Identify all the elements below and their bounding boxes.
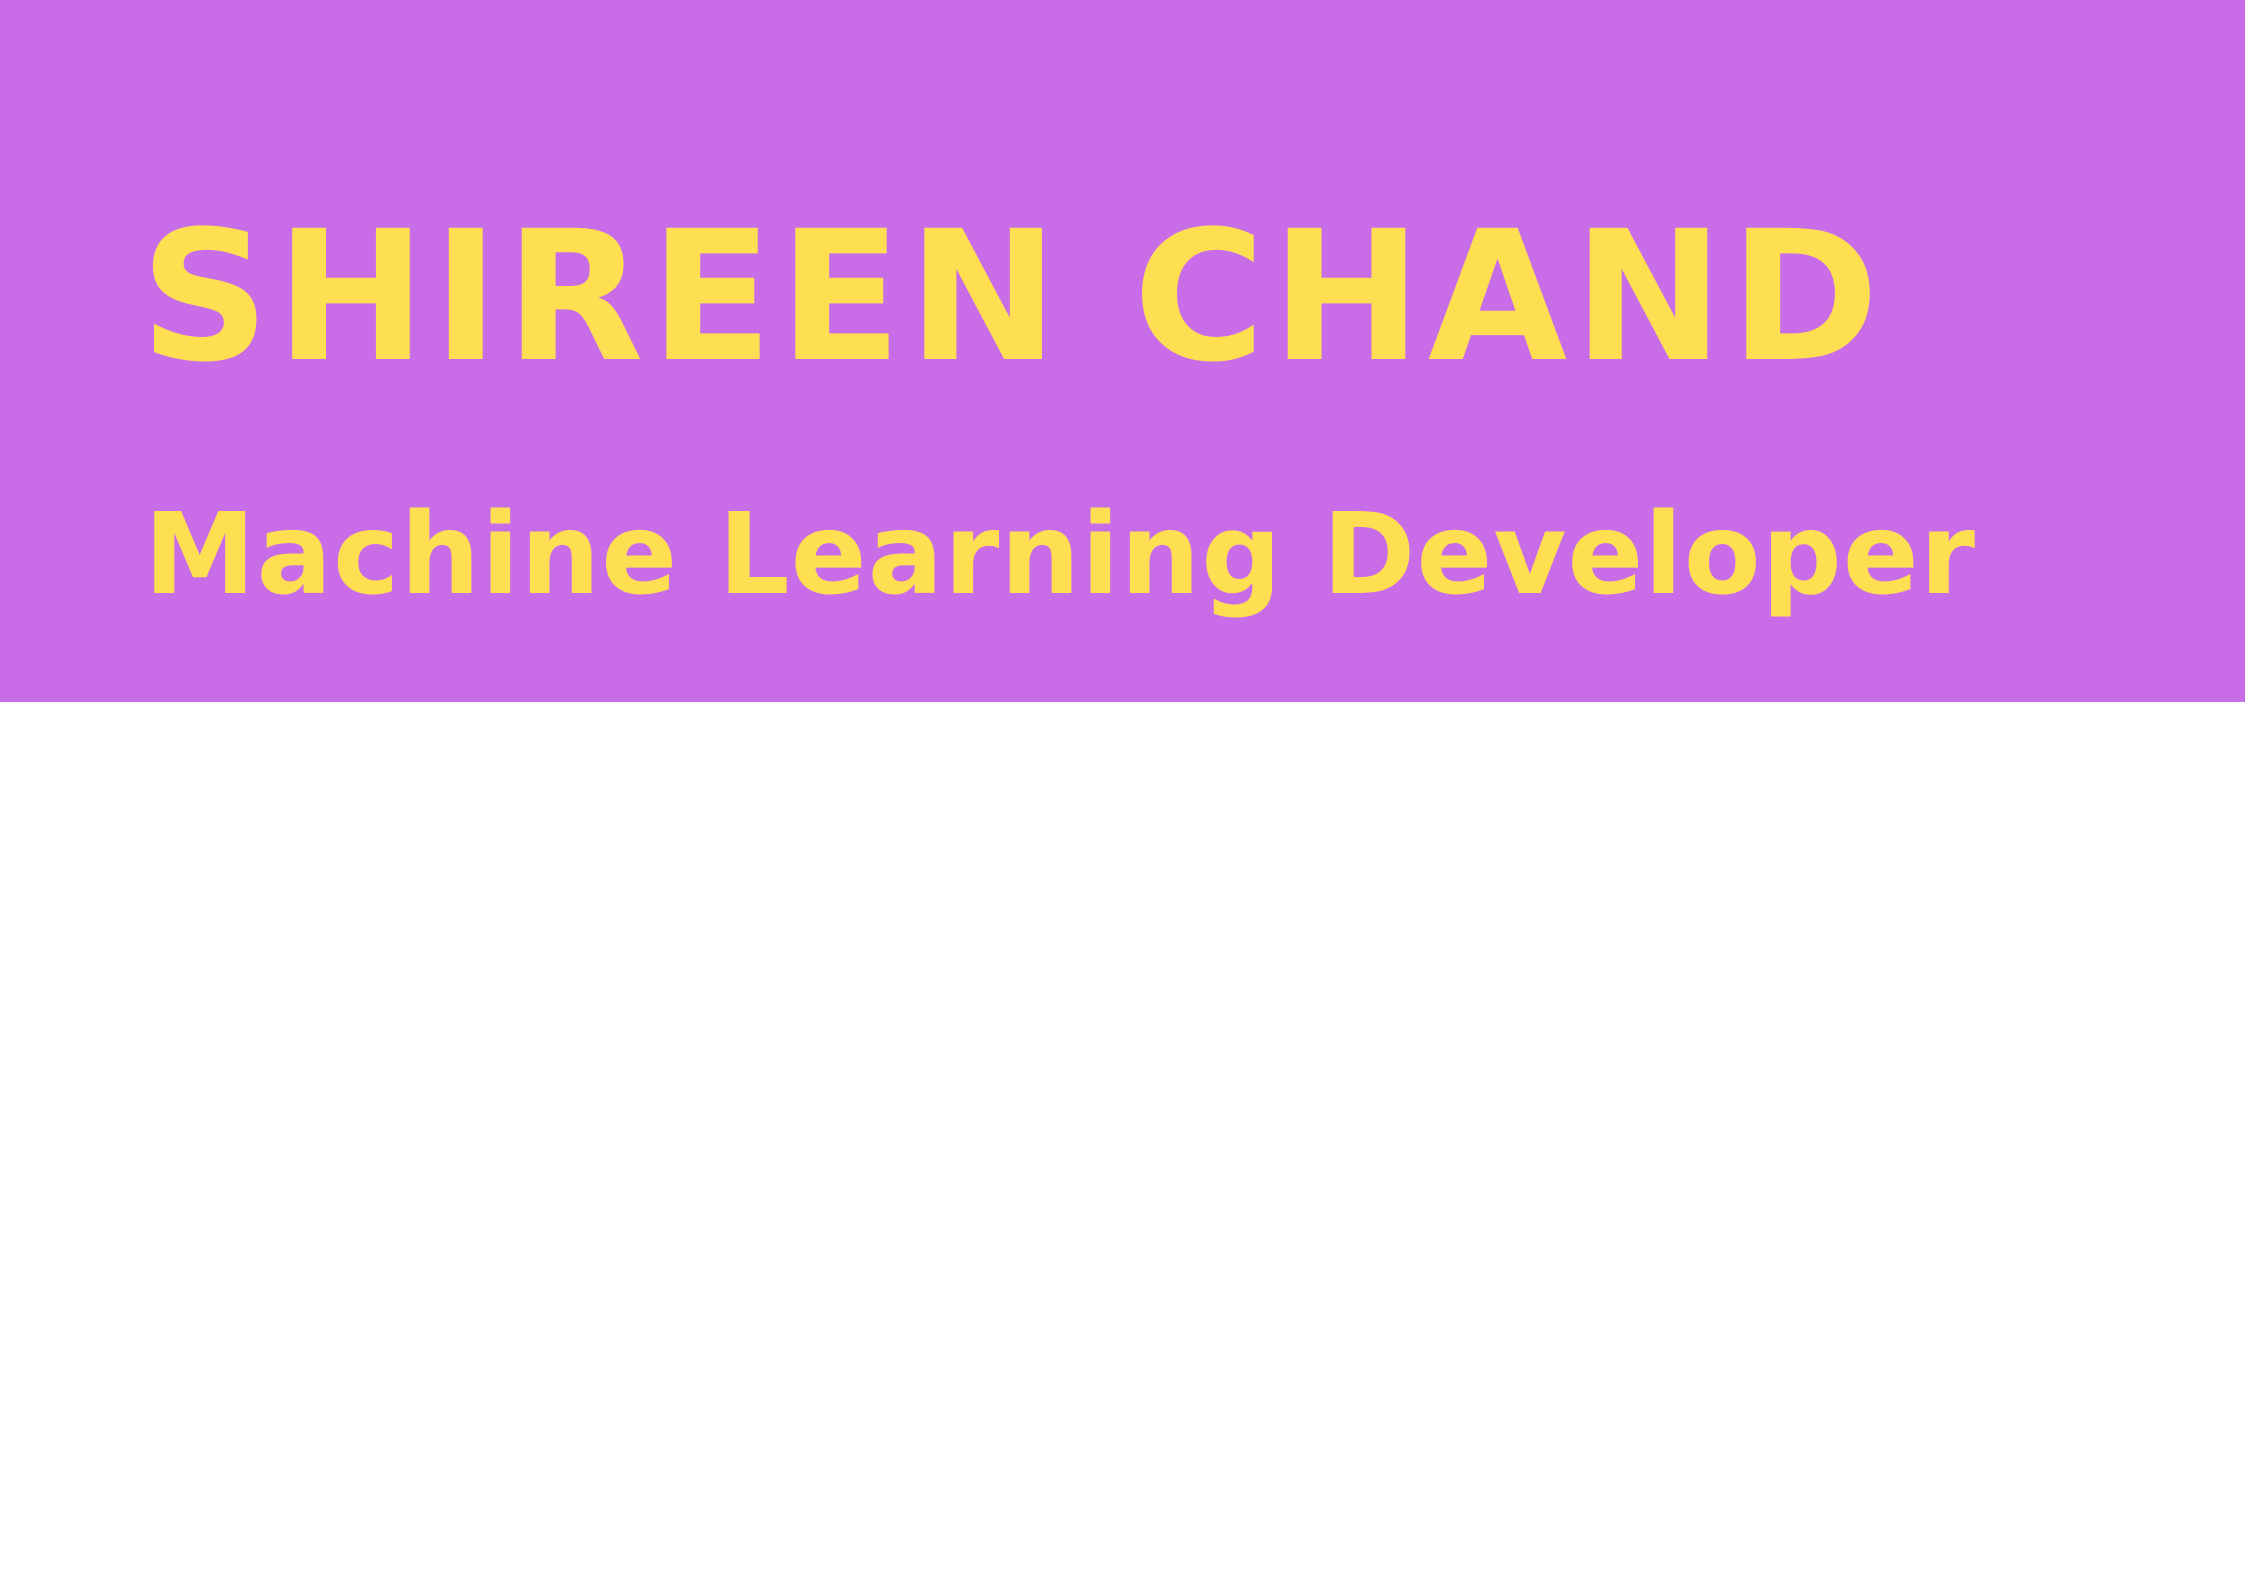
job-title: Machine Learning Developer	[144, 490, 1976, 620]
header-banner: SHIREEN CHAND Machine Learning Developer	[0, 0, 2245, 702]
person-name: SHIREEN CHAND	[140, 193, 1886, 402]
resume-page: SHIREEN CHAND Machine Learning Developer	[0, 0, 2245, 1587]
